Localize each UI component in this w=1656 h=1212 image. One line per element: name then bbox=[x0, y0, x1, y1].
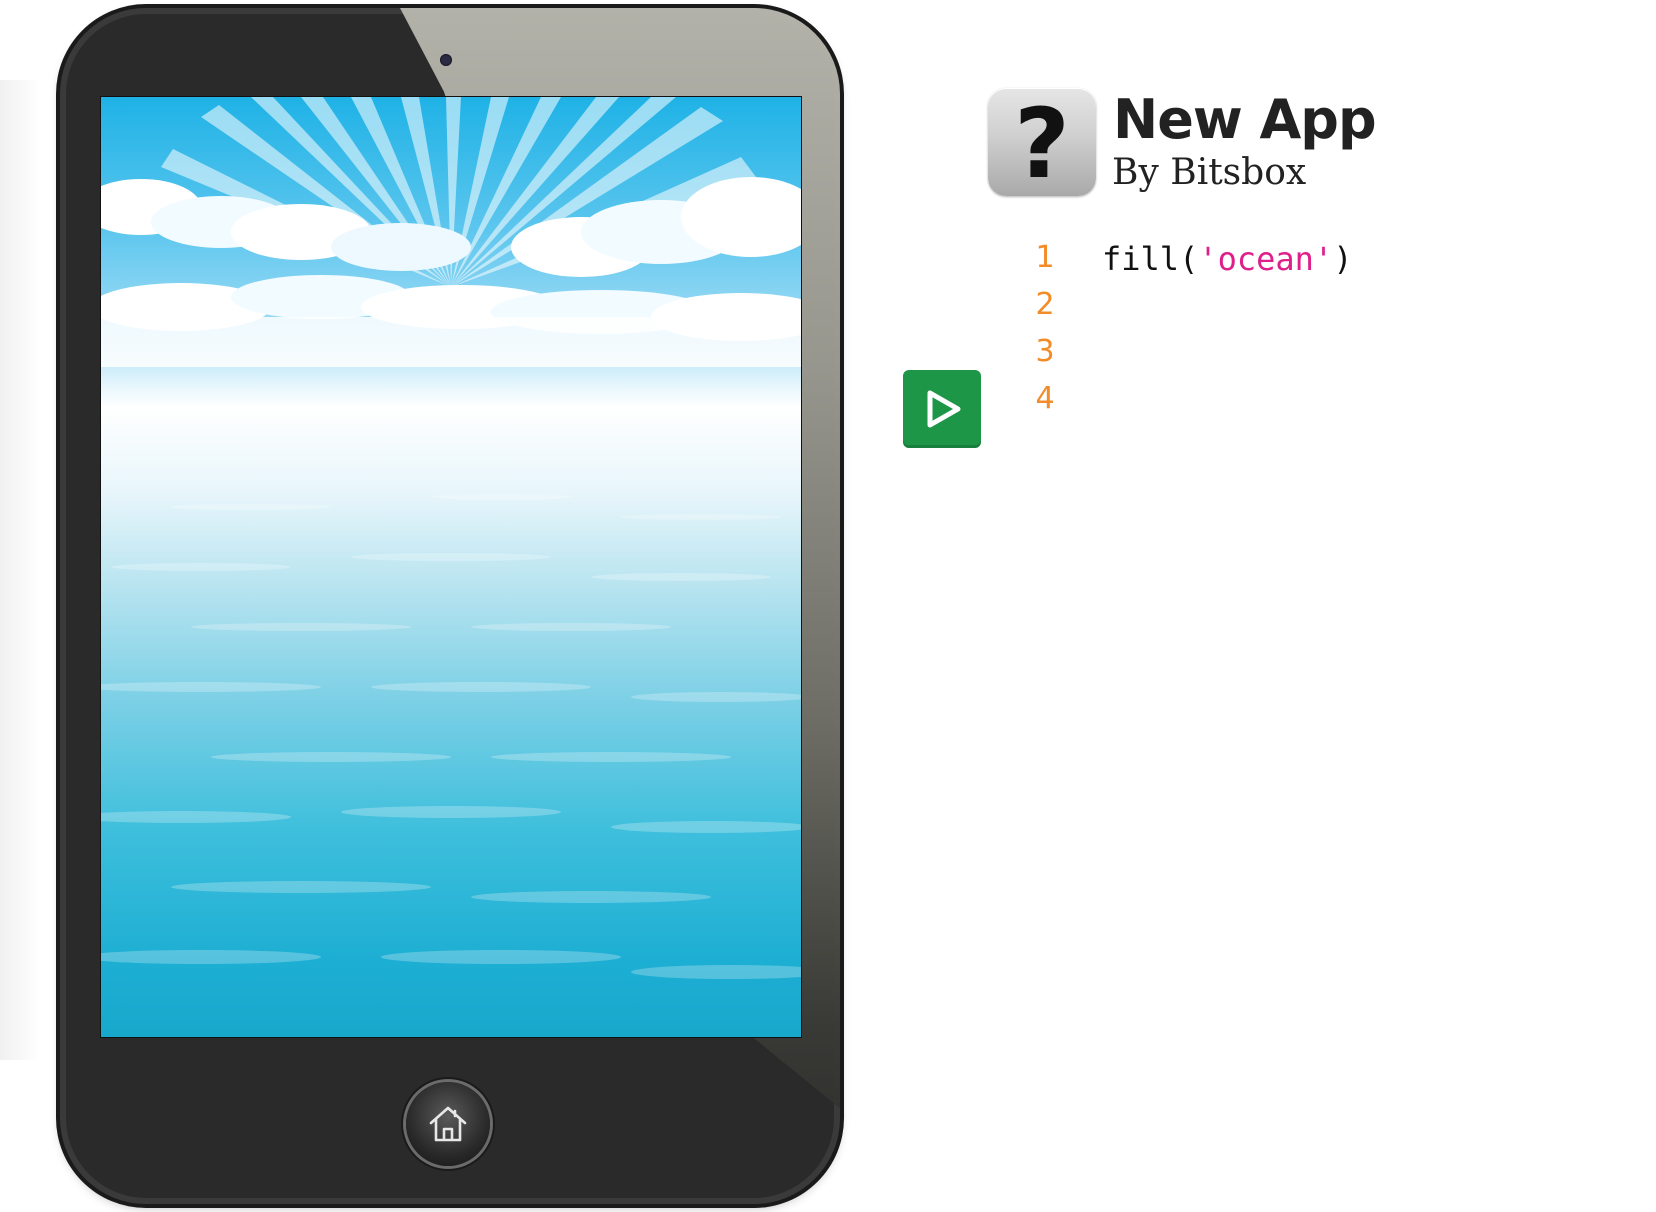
house-icon bbox=[429, 1106, 467, 1142]
code-line[interactable]: 2 bbox=[1020, 287, 1580, 334]
page-edge-shadow bbox=[0, 80, 40, 1060]
line-number: 1 bbox=[1035, 240, 1055, 275]
question-mark-icon: ? bbox=[1014, 88, 1070, 200]
code-editor[interactable]: 1 fill('ocean') 2 3 4 bbox=[1020, 240, 1580, 428]
code-string: 'ocean' bbox=[1198, 240, 1334, 278]
app-title: New App bbox=[1113, 88, 1377, 151]
camera-icon bbox=[440, 54, 452, 66]
home-button[interactable] bbox=[406, 1082, 490, 1166]
tablet-device bbox=[60, 8, 840, 1204]
ocean-background bbox=[101, 97, 801, 979]
code-line[interactable]: 3 bbox=[1020, 334, 1580, 381]
app-author: By Bitsbox bbox=[1112, 152, 1307, 193]
line-number: 2 bbox=[1035, 287, 1055, 322]
water-ripples bbox=[101, 494, 801, 979]
app-screen[interactable] bbox=[100, 96, 802, 1038]
code-line[interactable]: 4 bbox=[1020, 381, 1580, 428]
run-button[interactable] bbox=[903, 370, 981, 448]
code-function: fill( bbox=[1102, 240, 1199, 278]
code-text[interactable]: fill('ocean') bbox=[1102, 240, 1352, 278]
code-close: ) bbox=[1333, 240, 1353, 278]
line-number: 4 bbox=[1035, 381, 1055, 416]
line-number: 3 bbox=[1035, 334, 1055, 369]
app-icon[interactable]: ? bbox=[988, 88, 1096, 196]
code-line[interactable]: 1 fill('ocean') bbox=[1020, 240, 1580, 287]
play-icon bbox=[927, 390, 961, 428]
